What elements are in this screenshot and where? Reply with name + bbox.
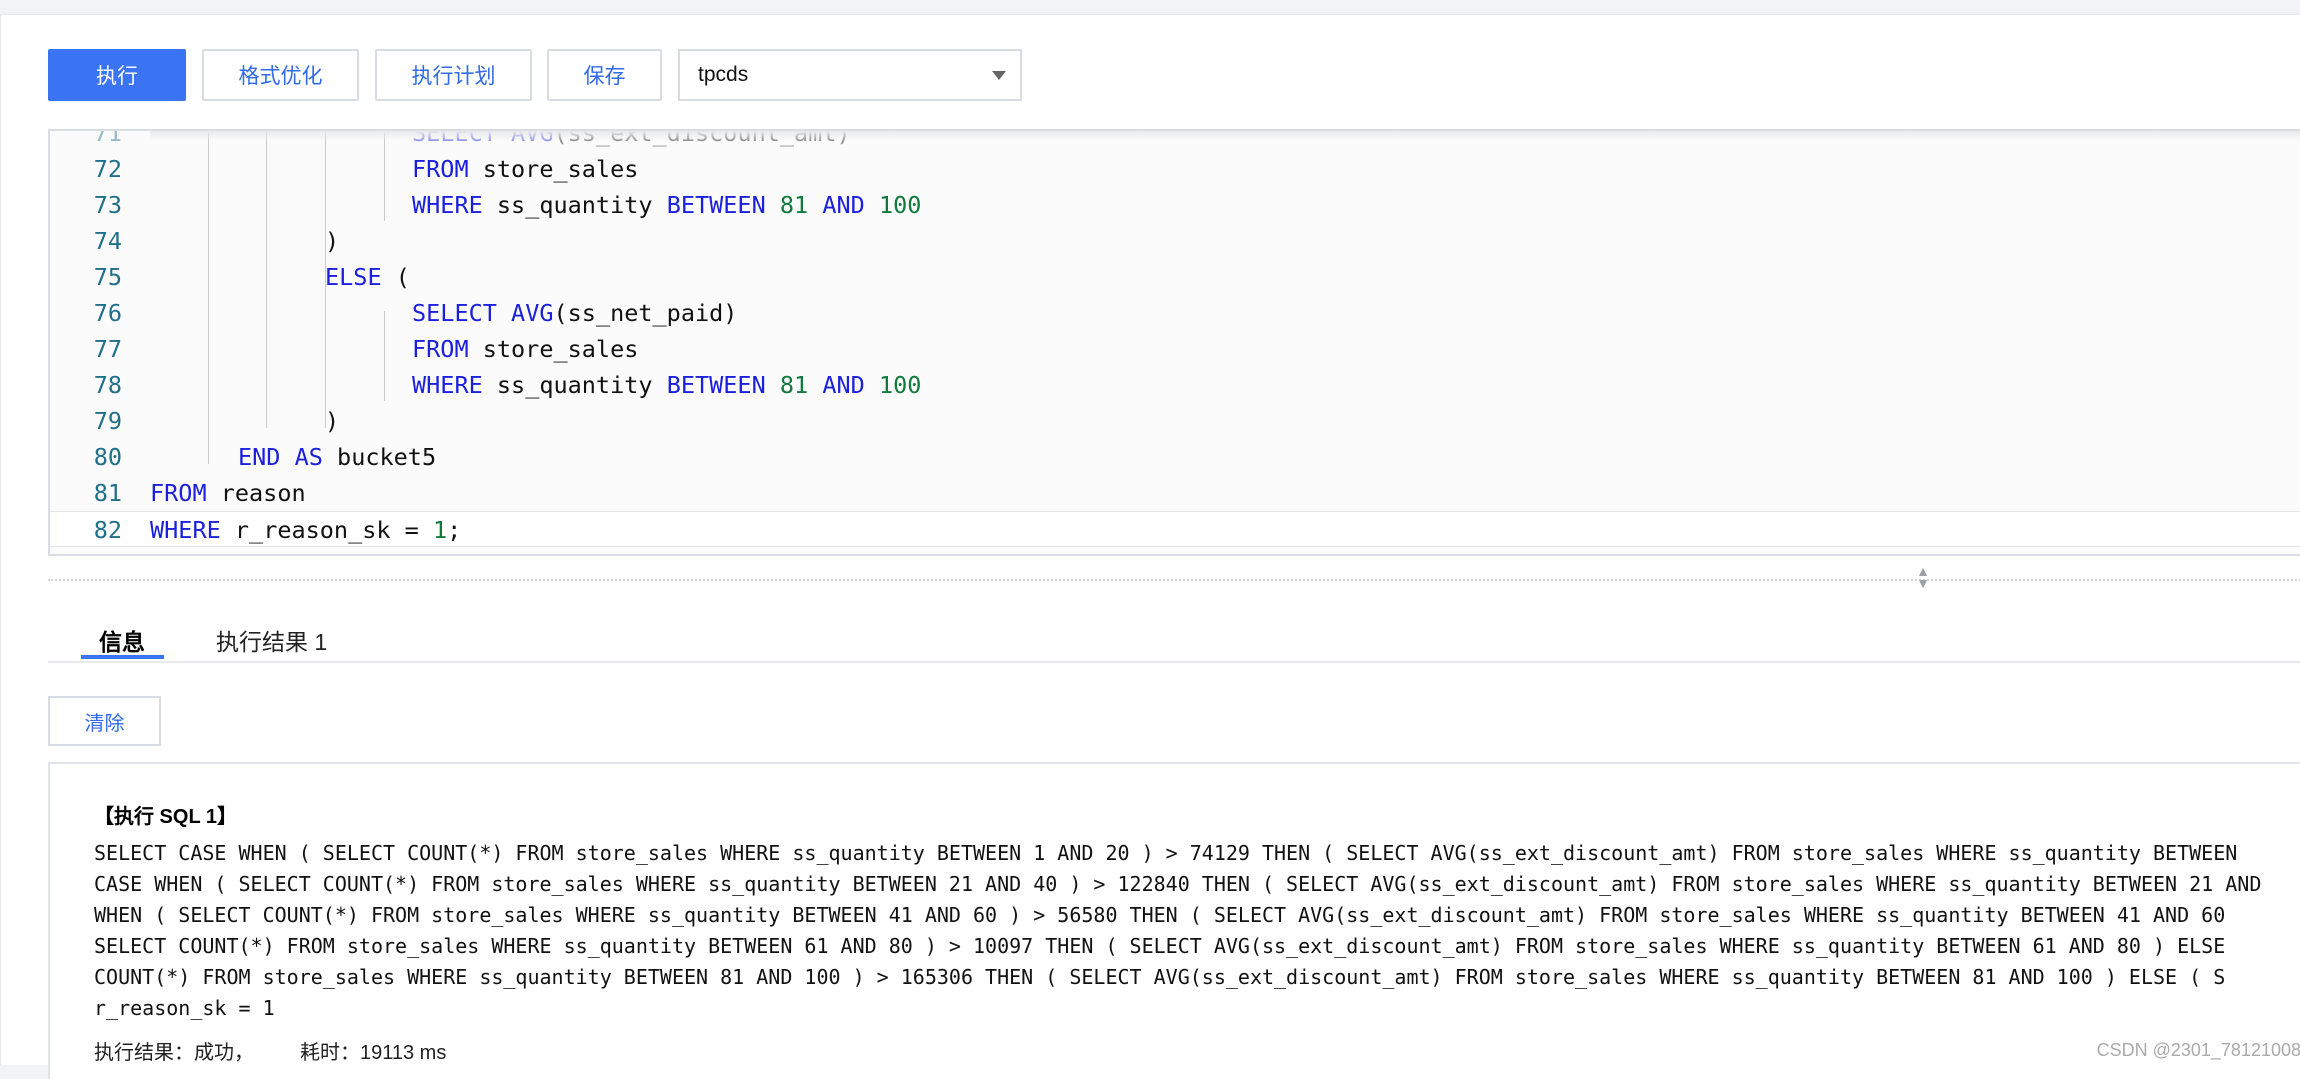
chevron-down-icon [992,71,1006,80]
sql-line: r_reason_sk = 1 [94,996,275,1020]
pane-splitter[interactable] [48,579,2300,581]
line-number: 77 [93,335,122,363]
active-tab-indicator [81,655,164,659]
line-number: 76 [93,299,122,327]
code-line: 73 WHERE ss_quantity BETWEEN 81 AND 100 [50,187,2300,223]
line-number: 71 [93,129,122,147]
code-line: 77 FROM store_sales [50,331,2300,367]
executed-sql: SELECT CASE WHEN ( SELECT COUNT(*) FROM … [94,838,2261,1024]
output-panel: 【执行 SQL 1】 SELECT CASE WHEN ( SELECT COU… [48,762,2300,1079]
line-number: 80 [93,443,122,471]
watermark: CSDN @2301_78121008 [2096,1040,2300,1060]
code-line: 72 FROM store_sales [50,151,2300,187]
line-number: 74 [93,227,122,255]
sql-line: CASE WHEN ( SELECT COUNT(*) FROM store_s… [94,872,2262,896]
sql-line: WHEN ( SELECT COUNT(*) FROM store_sales … [94,903,2226,927]
drag-handle-icon[interactable]: ▲ ▼ [1913,564,1933,595]
result-tabs: 信息 执行结果 1 [48,605,2300,663]
line-number: 79 [93,407,122,435]
code-line: 78 WHERE ss_quantity BETWEEN 81 AND 100 [50,367,2300,403]
line-number: 73 [93,191,122,219]
output-title: 【执行 SQL 1】 [94,806,237,828]
editor-scroll-shadow [150,131,2300,141]
elapsed-time: 耗时：19113 ms [300,1042,447,1064]
line-number: 82 [93,516,122,544]
line-number: 78 [93,371,122,399]
database-select[interactable]: tpcds [678,49,1022,101]
format-button[interactable]: 格式优化 [202,49,359,101]
tab-info[interactable]: 信息 [99,623,145,657]
database-select-value: tpcds [698,63,749,86]
status-text: 执行结果：成功， [94,1042,254,1064]
code-line: 79 ) [50,403,2300,439]
sql-line: COUNT(*) FROM store_sales WHERE ss_quant… [94,965,2226,989]
sql-editor[interactable]: 71 SELECT AVG(ss_ext_discount_amt) 72 FR… [48,129,2300,556]
code-line: 76 SELECT AVG(ss_net_paid) [50,295,2300,331]
code-line: 80 END AS bucket5 [50,439,2300,475]
execution-plan-button[interactable]: 执行计划 [375,49,532,101]
line-number: 72 [93,155,122,183]
run-button[interactable]: 执行 [48,49,186,101]
code-line: 75 ELSE ( [50,259,2300,295]
line-number: 75 [93,263,122,291]
save-button[interactable]: 保存 [547,49,662,101]
query-page: 执行 格式优化 执行计划 保存 tpcds 71 SELECT AVG(ss_e… [0,14,2300,1079]
clear-button[interactable]: 清除 [48,696,161,746]
sql-line: SELECT CASE WHEN ( SELECT COUNT(*) FROM … [94,841,2238,865]
tab-result-1[interactable]: 执行结果 1 [216,623,327,657]
line-number: 81 [93,479,122,507]
code-line: 74 ) [50,223,2300,259]
code-line-current: 82 WHERE r_reason_sk = 1; [50,511,2300,547]
sql-line: SELECT COUNT(*) FROM store_sales WHERE s… [94,934,2226,958]
code-line: 81 FROM reason [50,475,2300,511]
execution-status: 执行结果：成功， 耗时：19113 ms [94,1036,446,1065]
